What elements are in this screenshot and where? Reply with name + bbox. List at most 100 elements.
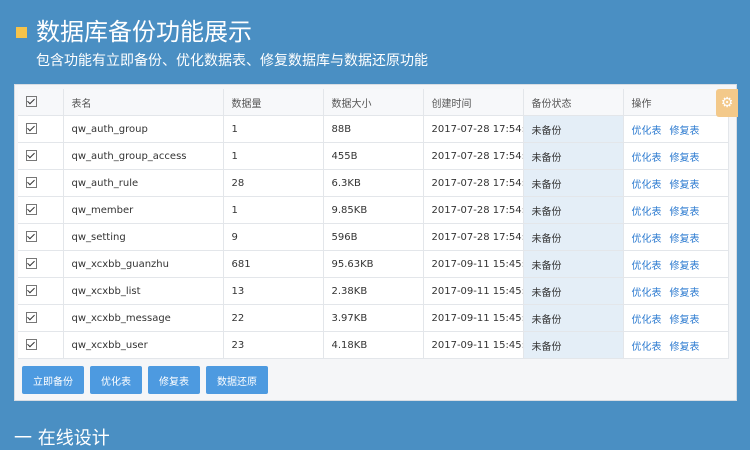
repair-link[interactable]: 修复表 (670, 153, 700, 164)
cell-table-name: qw_xcxbb_message (63, 304, 224, 332)
cell-table-name: qw_auth_group_access (63, 142, 224, 170)
cell-actions: 优化表 修复表 (623, 277, 729, 305)
cell-data-size: 95.63KB (323, 250, 424, 278)
repair-link[interactable]: 修复表 (670, 342, 700, 353)
col-header-created: 创建时间 (423, 89, 524, 116)
action-buttons: 立即备份 优化表 修复表 数据还原 (22, 366, 268, 394)
row-checkbox[interactable] (18, 115, 64, 143)
row-checkbox[interactable] (18, 196, 64, 224)
cell-row-count: 1 (223, 115, 324, 143)
table-row: qw_xcxbb_guanzhu 681 95.63KB 2017-09-11 15:… (18, 250, 729, 278)
table-row: qw_xcxbb_message 22 3.97KB 2017-09-11 15:45… (18, 304, 729, 332)
restore-data-button[interactable]: 数据还原 (206, 366, 268, 394)
cell-backup-status: 未备份 (523, 142, 624, 170)
repair-link[interactable]: 修复表 (670, 234, 700, 245)
repair-table-button[interactable]: 修复表 (148, 366, 200, 394)
checkbox-icon[interactable] (26, 96, 37, 108)
optimize-link[interactable]: 优化表 (632, 315, 662, 326)
row-checkbox[interactable] (18, 142, 64, 170)
cell-row-count: 1 (223, 196, 324, 224)
col-header-count: 数据量 (223, 89, 324, 116)
optimize-link[interactable]: 优化表 (632, 207, 662, 218)
cell-row-count: 22 (223, 304, 324, 332)
row-checkbox[interactable] (18, 331, 64, 359)
gear-icon[interactable]: ⚙ (716, 89, 738, 117)
checkbox-icon[interactable] (26, 177, 37, 189)
cell-data-size: 596B (323, 223, 424, 251)
cell-row-count: 23 (223, 331, 324, 359)
checkbox-icon[interactable] (26, 258, 37, 270)
cell-data-size: 455B (323, 142, 424, 170)
cell-table-name: qw_xcxbb_user (63, 331, 224, 359)
cell-created-time: 2017-07-28 17:54:02 (423, 169, 524, 197)
cell-data-size: 6.3KB (323, 169, 424, 197)
repair-link[interactable]: 修复表 (670, 207, 700, 218)
cell-actions: 优化表 修复表 (623, 196, 729, 224)
col-header-size: 数据大小 (323, 89, 424, 116)
checkbox-icon[interactable] (26, 150, 37, 162)
row-checkbox[interactable] (18, 223, 64, 251)
table-list: 表名 数据量 数据大小 创建时间 备份状态 操作 qw_auth_group 1 8… (18, 89, 729, 359)
table-header-row: 表名 数据量 数据大小 创建时间 备份状态 操作 (18, 89, 729, 116)
backup-now-button[interactable]: 立即备份 (22, 366, 84, 394)
cell-table-name: qw_xcxbb_list (63, 277, 224, 305)
cell-backup-status: 未备份 (523, 250, 624, 278)
cell-table-name: qw_member (63, 196, 224, 224)
cell-data-size: 3.97KB (323, 304, 424, 332)
checkbox-icon[interactable] (26, 204, 37, 216)
checkbox-icon[interactable] (26, 312, 37, 324)
footer-section-title: 一 在线设计 (14, 428, 110, 449)
checkbox-icon[interactable] (26, 123, 37, 135)
cell-row-count: 1 (223, 142, 324, 170)
repair-link[interactable]: 修复表 (670, 126, 700, 137)
cell-actions: 优化表 修复表 (623, 169, 729, 197)
cell-data-size: 4.18KB (323, 331, 424, 359)
optimize-link[interactable]: 优化表 (632, 180, 662, 191)
table-row: qw_member19.85KB2017-07-28 17:54:03未备份优化… (18, 196, 729, 224)
checkbox-icon[interactable] (26, 231, 37, 243)
repair-link[interactable]: 修复表 (670, 261, 700, 272)
cell-backup-status: 未备份 (523, 304, 624, 332)
checkbox-icon[interactable] (26, 285, 37, 297)
repair-link[interactable]: 修复表 (670, 315, 700, 326)
cell-created-time: 2017-07-28 17:54:03 (423, 223, 524, 251)
row-checkbox[interactable] (18, 277, 64, 305)
cell-backup-status: 未备份 (523, 169, 624, 197)
row-checkbox[interactable] (18, 169, 64, 197)
cell-created-time: 2017-07-28 17:54:03 (423, 196, 524, 224)
cell-actions: 优化表 修复表 (623, 115, 729, 143)
cell-actions: 优化表 修复表 (623, 223, 729, 251)
table-row: qw_setting9596B2017-07-28 17:54:03未备份优化表… (18, 223, 729, 251)
optimize-link[interactable]: 优化表 (632, 126, 662, 137)
cell-created-time: 2017-09-11 15:45:32 (423, 304, 524, 332)
optimize-link[interactable]: 优化表 (632, 288, 662, 299)
cell-actions: 优化表 修复表 (623, 250, 729, 278)
col-header-action: 操作 (623, 89, 729, 116)
cell-actions: 优化表 修复表 (623, 304, 729, 332)
select-all-checkbox[interactable] (18, 89, 64, 116)
cell-backup-status: 未备份 (523, 331, 624, 359)
col-header-name: 表名 (63, 89, 224, 116)
row-checkbox[interactable] (18, 250, 64, 278)
cell-data-size: 88B (323, 115, 424, 143)
cell-created-time: 2017-07-28 17:54:02 (423, 115, 524, 143)
cell-backup-status: 未备份 (523, 115, 624, 143)
optimize-link[interactable]: 优化表 (632, 342, 662, 353)
optimize-link[interactable]: 优化表 (632, 234, 662, 245)
cell-data-size: 9.85KB (323, 196, 424, 224)
cell-backup-status: 未备份 (523, 223, 624, 251)
repair-link[interactable]: 修复表 (670, 288, 700, 299)
optimize-link[interactable]: 优化表 (632, 153, 662, 164)
optimize-table-button[interactable]: 优化表 (90, 366, 142, 394)
cell-row-count: 681 (223, 250, 324, 278)
optimize-link[interactable]: 优化表 (632, 261, 662, 272)
cell-table-name: qw_auth_group (63, 115, 224, 143)
table-row: qw_auth_group_access 1 455B 2017-07-28 17:5… (18, 142, 729, 170)
row-checkbox[interactable] (18, 304, 64, 332)
cell-table-name: qw_auth_rule (63, 169, 224, 197)
table-row: qw_auth_rule286.3KB2017-07-28 17:54:02未备… (18, 169, 729, 197)
checkbox-icon[interactable] (26, 339, 37, 351)
cell-table-name: qw_setting (63, 223, 224, 251)
table-row: qw_auth_group188B2017-07-28 17:54:02未备份优… (18, 115, 729, 143)
repair-link[interactable]: 修复表 (670, 180, 700, 191)
